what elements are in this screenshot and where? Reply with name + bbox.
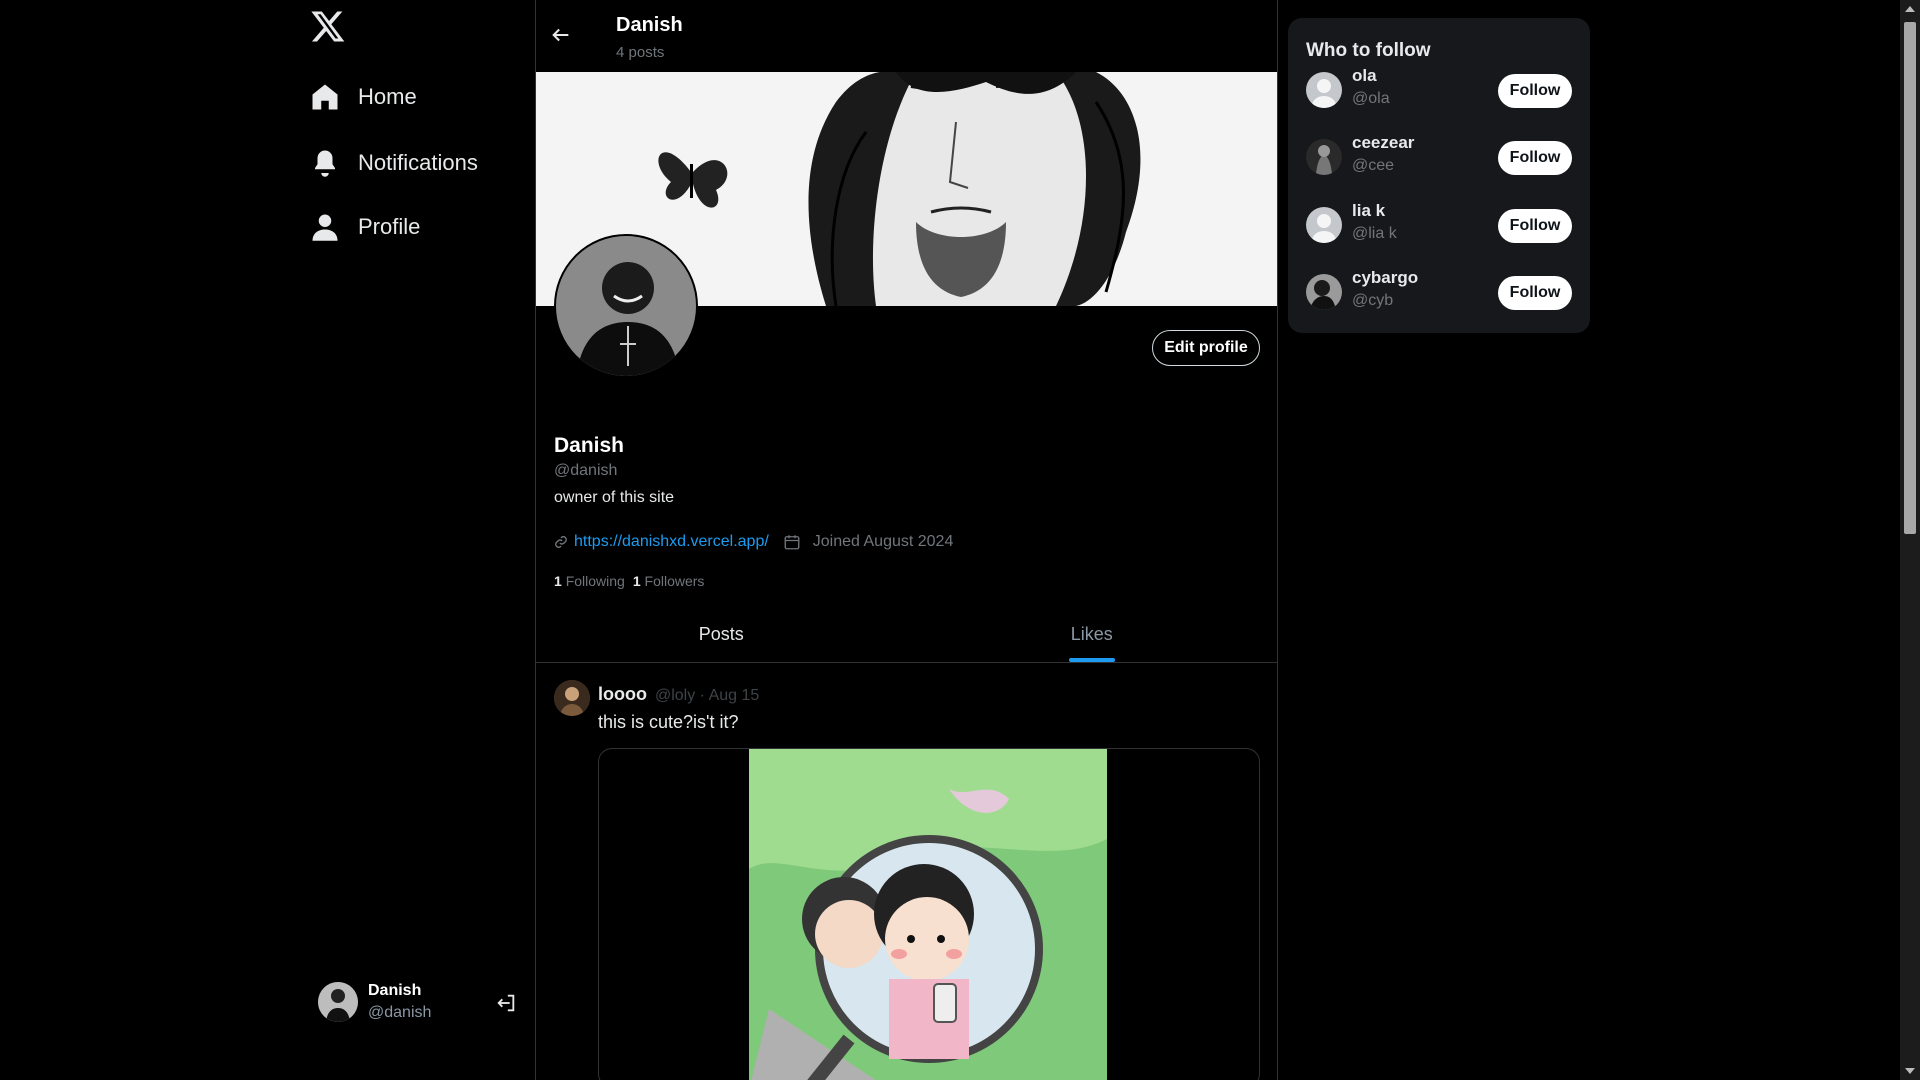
- post-handle-date: @loly · Aug 15: [654, 687, 760, 704]
- suggested-user-avatar: [1306, 207, 1342, 243]
- profile-handle: @danish: [554, 462, 618, 479]
- back-arrow-icon[interactable]: [550, 24, 572, 46]
- suggested-user-handle: @ola: [1352, 90, 1390, 107]
- post-author-name[interactable]: loooo: [598, 684, 647, 705]
- page-scrollbar[interactable]: [1900, 0, 1920, 1080]
- nav-item-notifications[interactable]: Notifications: [310, 148, 478, 178]
- suggested-user[interactable]: ola @ola Follow: [1306, 66, 1572, 110]
- page-title: Danish: [616, 14, 683, 36]
- profile-avatar[interactable]: [554, 234, 698, 378]
- followers-label: Followers: [644, 573, 705, 589]
- tab-likes-label: Likes: [1070, 624, 1113, 644]
- follow-button[interactable]: Follow: [1498, 141, 1572, 175]
- follow-button[interactable]: Follow: [1498, 276, 1572, 310]
- logout-icon[interactable]: [495, 992, 517, 1014]
- post-author-avatar[interactable]: [554, 680, 590, 716]
- profile-meta-row: https://danishxd.vercel.app/ Joined Augu…: [554, 533, 953, 551]
- suggested-user[interactable]: ceezear @cee Follow: [1306, 133, 1572, 177]
- nav-label-profile: Profile: [358, 214, 421, 239]
- suggested-user-avatar: [1306, 72, 1342, 108]
- active-tab-indicator: [1068, 658, 1115, 662]
- x-logo-icon[interactable]: [310, 8, 346, 44]
- scrollbar-thumb[interactable]: [1904, 22, 1916, 534]
- followers-count: 1: [632, 573, 641, 589]
- profile-header-bar: Danish 4 posts: [536, 0, 1277, 72]
- follow-button[interactable]: Follow: [1498, 209, 1572, 243]
- post-image[interactable]: [749, 749, 1107, 1080]
- who-to-follow-title: Who to follow: [1306, 40, 1431, 61]
- suggested-user-handle: @lia k: [1352, 225, 1397, 242]
- profile-joined-date: Joined August 2024: [812, 533, 954, 550]
- nav-label-home: Home: [358, 84, 417, 109]
- suggested-user-name: cybargo: [1352, 268, 1419, 287]
- post-text: this is cute?is't it?: [598, 712, 739, 732]
- post-count: 4 posts: [616, 44, 665, 61]
- suggested-user[interactable]: cybargo @cyb Follow: [1306, 268, 1572, 312]
- post-media[interactable]: [598, 748, 1260, 1080]
- profile-main-column: Danish 4 posts Edit profile Danish @dani…: [536, 0, 1278, 1080]
- calendar-icon: [784, 535, 800, 550]
- nav-label-notifications: Notifications: [358, 150, 478, 175]
- suggested-user-name: ceezear: [1352, 133, 1415, 152]
- post-header: loooo @loly · Aug 15: [598, 684, 759, 705]
- account-name: Danish: [368, 982, 422, 999]
- avatar: [318, 982, 358, 1022]
- bell-icon: [315, 150, 335, 177]
- account-switcher[interactable]: Danish @danish: [318, 982, 518, 1022]
- edit-profile-button[interactable]: Edit profile: [1152, 330, 1260, 366]
- followers-link[interactable]: 1 Followers: [633, 573, 705, 589]
- following-link[interactable]: 1 Following: [554, 573, 625, 589]
- suggested-user-handle: @cee: [1352, 157, 1395, 174]
- left-sidebar: Home Notifications Profile Danish @danis…: [0, 0, 536, 1080]
- suggested-user-handle: @cyb: [1352, 292, 1394, 309]
- scroll-up-arrow-icon[interactable]: [1905, 6, 1915, 12]
- account-handle: @danish: [368, 1004, 432, 1021]
- suggested-user-avatar: [1306, 139, 1342, 175]
- post-item[interactable]: loooo @loly · Aug 15 this is cute?is't i…: [536, 664, 1277, 1080]
- suggested-user[interactable]: lia k @lia k Follow: [1306, 201, 1572, 245]
- profile-tabs: Posts Likes: [536, 614, 1277, 663]
- tab-posts[interactable]: Posts: [536, 614, 907, 662]
- profile-name: Danish: [554, 434, 625, 457]
- scroll-down-arrow-icon[interactable]: [1905, 1068, 1915, 1074]
- nav-item-home[interactable]: Home: [310, 82, 417, 112]
- tab-likes[interactable]: Likes: [907, 614, 1278, 662]
- home-icon: [312, 84, 338, 110]
- profile-bio: owner of this site: [554, 489, 675, 506]
- following-count: 1: [554, 573, 562, 589]
- person-icon: [312, 214, 338, 241]
- link-icon: [555, 536, 567, 548]
- profile-stats: 1 Following 1 Followers: [554, 573, 704, 589]
- tab-posts-label: Posts: [698, 624, 744, 644]
- follow-button[interactable]: Follow: [1498, 74, 1572, 108]
- suggested-user-name: ola: [1352, 66, 1377, 85]
- nav-item-profile[interactable]: Profile: [310, 212, 420, 242]
- suggested-user-avatar: [1306, 274, 1342, 310]
- suggested-user-name: lia k: [1352, 201, 1386, 220]
- profile-website-link[interactable]: https://danishxd.vercel.app/: [574, 533, 769, 551]
- who-to-follow-panel: Who to follow ola @ola Follow ceezear @c…: [1288, 18, 1590, 333]
- following-label: Following: [565, 573, 625, 589]
